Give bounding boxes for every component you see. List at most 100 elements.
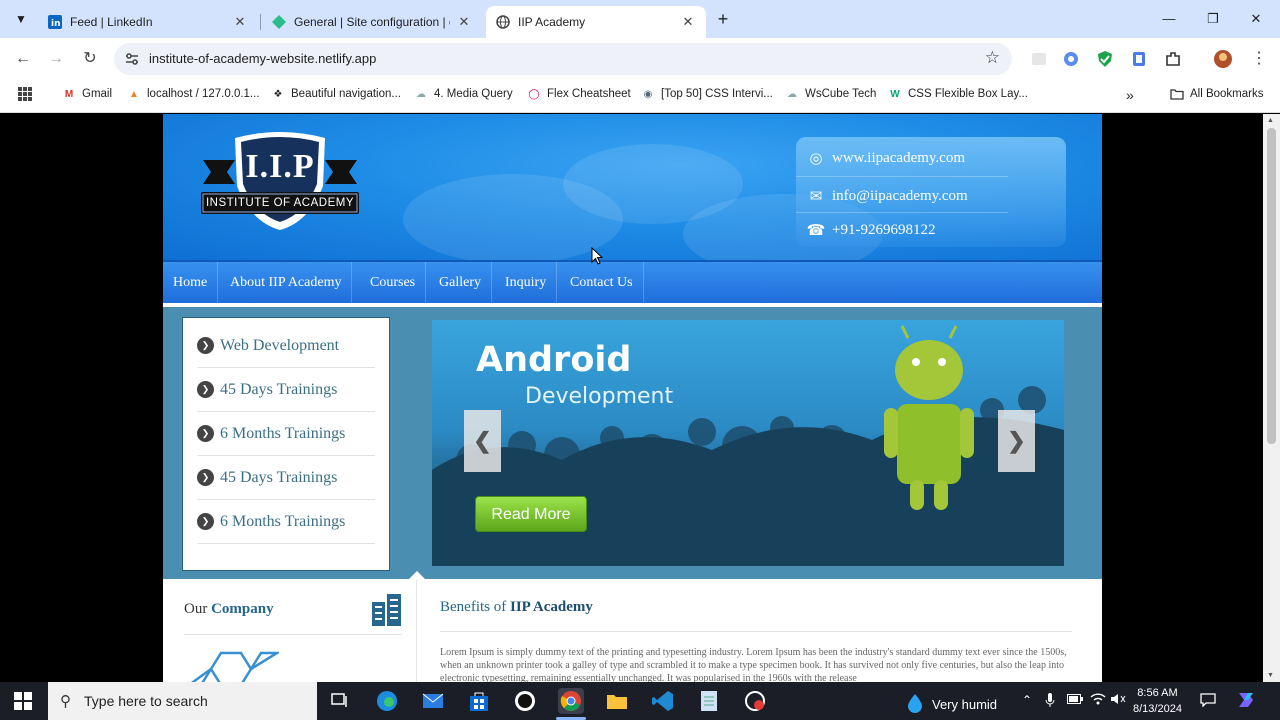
contact-website-text: www.iipacademy.com (832, 150, 966, 166)
course-item[interactable]: ❯ Web Development (197, 324, 375, 368)
recorder-icon[interactable] (742, 688, 768, 714)
file-explorer-icon[interactable] (604, 688, 630, 714)
taskbar-search-box[interactable]: ⚲ Type here to search (48, 682, 317, 720)
site-info-icon[interactable] (124, 51, 140, 67)
copilot-icon[interactable] (1236, 691, 1256, 712)
site-icon: ◉ (643, 88, 653, 100)
windows-start-icon[interactable] (14, 692, 32, 710)
bookmarks-bar: M Gmail ▲ localhost / 127.0.0.1... ❖ Beauti… (0, 80, 1280, 113)
task-view-icon[interactable] (327, 688, 353, 714)
microphone-icon[interactable] (1045, 693, 1055, 710)
mail-icon[interactable] (420, 688, 446, 714)
close-icon[interactable]: ✕ (232, 14, 248, 30)
browser-tabstrip: ▼ in Feed | LinkedIn ✕ General | Site co… (0, 0, 1280, 38)
minimize-button[interactable]: — (1156, 8, 1182, 30)
extension-icon[interactable] (1062, 50, 1080, 68)
more-bookmarks-icon[interactable]: » (1126, 87, 1134, 103)
bookmark-localhost[interactable]: ▲ localhost / 127.0.0.1... (127, 87, 259, 101)
course-list: ❯ Web Development ❯ 45 Days Trainings ❯ … (182, 317, 390, 571)
mouse-cursor-icon (591, 246, 604, 270)
forward-button[interactable]: → (45, 48, 67, 70)
nav-home[interactable]: Home (163, 262, 219, 304)
scroll-up-icon[interactable]: ▲ (1267, 117, 1274, 124)
wifi-icon[interactable] (1090, 693, 1106, 708)
course-item[interactable]: ❯ 6 Months Trainings (197, 500, 375, 544)
nav-about[interactable]: About IIP Academy (220, 262, 353, 304)
divider (440, 631, 1072, 632)
tab-search-button[interactable]: ▼ (10, 8, 32, 30)
bookmark-gmail[interactable]: M Gmail (62, 87, 112, 101)
contact-website[interactable]: ◎ www.iipacademy.com (806, 149, 965, 168)
bookmark-navigation[interactable]: ❖ Beautiful navigation... (271, 87, 401, 101)
tab-title: General | Site configuration | d (294, 15, 450, 29)
benefits-heading: Benefits of IIP Academy (440, 599, 593, 616)
system-clock[interactable]: 8:56 AM 8/13/2024 (1133, 685, 1182, 717)
nav-inquiry[interactable]: Inquiry (495, 262, 558, 304)
vscode-icon[interactable] (650, 688, 676, 714)
slider-prev-button[interactable]: ❮ (464, 410, 501, 472)
tab-linkedin[interactable]: in Feed | LinkedIn ✕ (38, 6, 258, 38)
back-button[interactable]: ← (12, 48, 34, 70)
building-icon (372, 594, 402, 631)
reload-button[interactable]: ↻ (79, 48, 101, 70)
course-item[interactable]: ❯ 45 Days Trainings (197, 368, 375, 412)
w3schools-icon: W (890, 88, 900, 100)
battery-icon[interactable] (1067, 693, 1083, 707)
volume-icon[interactable] (1110, 693, 1126, 708)
url-text: institute-of-academy-website.netlify.app (149, 51, 377, 66)
bookmark-star-icon[interactable]: ☆ (985, 48, 1000, 68)
tab-iip-academy[interactable]: IIP Academy ✕ (486, 6, 706, 38)
bookmark-css-interview[interactable]: ◉ [Top 50] CSS Intervi... (641, 87, 773, 101)
extension-icon[interactable] (1030, 50, 1048, 68)
window-close-button[interactable]: ✕ (1243, 8, 1269, 30)
bookmark-media-query[interactable]: ☁ 4. Media Query (414, 87, 513, 101)
close-icon[interactable]: ✕ (456, 14, 472, 30)
iip-logo[interactable]: I.I.P INSTITUTE OF ACADEMY (199, 130, 361, 234)
address-bar[interactable]: institute-of-academy-website.netlify.app… (114, 43, 1012, 75)
page-scrollbar[interactable]: ▲ ▼ (1263, 114, 1280, 682)
read-more-button[interactable]: Read More (475, 496, 587, 532)
apps-icon[interactable] (18, 87, 32, 101)
close-icon[interactable]: ✕ (680, 14, 696, 30)
circle-icon: ◯ (528, 88, 540, 100)
bookmark-wscube[interactable]: ☁ WsCube Tech (785, 87, 876, 101)
logo-letters: I.I.P (245, 148, 315, 185)
contact-phone[interactable]: ☎ +91-9269698122 (806, 221, 936, 240)
nav-gallery[interactable]: Gallery (429, 262, 492, 304)
slider-next-button[interactable]: ❯ (998, 410, 1035, 472)
bookmark-css-flexbox[interactable]: W CSS Flexible Box Lay... (888, 87, 1028, 101)
hero-section: ❯ Web Development ❯ 45 Days Trainings ❯ … (163, 307, 1102, 579)
tab-netlify[interactable]: General | Site configuration | d ✕ (262, 6, 482, 38)
course-item[interactable]: ❯ 45 Days Trainings (197, 456, 375, 500)
benefits-paragraph: Lorem Ipsum is simply dummy text of the … (440, 647, 1067, 682)
nav-courses[interactable]: Courses (360, 262, 427, 304)
chevron-right-icon: ❯ (197, 337, 214, 354)
weather-widget[interactable]: Very humid (906, 693, 997, 716)
scroll-down-icon[interactable]: ▼ (1267, 672, 1274, 679)
chevron-right-icon: ❯ (197, 469, 214, 486)
avatar[interactable] (1214, 50, 1232, 68)
divider (796, 212, 1008, 213)
all-bookmarks-button[interactable]: All Bookmarks (1170, 87, 1264, 101)
scrollbar-thumb[interactable] (1267, 128, 1276, 444)
whatsapp-icon[interactable] (512, 688, 538, 714)
edge-icon[interactable] (374, 688, 400, 714)
chevron-up-icon[interactable]: ⌃ (1022, 693, 1032, 707)
chrome-icon[interactable] (558, 688, 584, 714)
contact-email[interactable]: ✉ info@iipacademy.com (806, 187, 968, 206)
clipboard-icon[interactable] (1130, 50, 1148, 68)
store-icon[interactable] (466, 688, 492, 714)
notepad-icon[interactable] (696, 688, 722, 714)
cloud-icon: ☁ (787, 88, 797, 100)
new-tab-button[interactable]: + (713, 9, 733, 29)
course-item[interactable]: ❯ 6 Months Trainings (197, 412, 375, 456)
content-section: Our Company Benefits of IIP Academy Lore… (163, 579, 1102, 682)
search-icon: ⚲ (60, 693, 71, 710)
shield-icon[interactable] (1096, 50, 1114, 68)
restore-button[interactable]: ❐ (1200, 8, 1226, 30)
puzzle-icon[interactable] (1164, 50, 1182, 68)
notification-icon[interactable] (1200, 693, 1216, 710)
bookmark-flex-cheatsheet[interactable]: ◯ Flex Cheatsheet (527, 87, 630, 101)
bookmark-label: Beautiful navigation... (291, 88, 401, 100)
more-menu-icon[interactable]: ⋮ (1248, 48, 1270, 70)
